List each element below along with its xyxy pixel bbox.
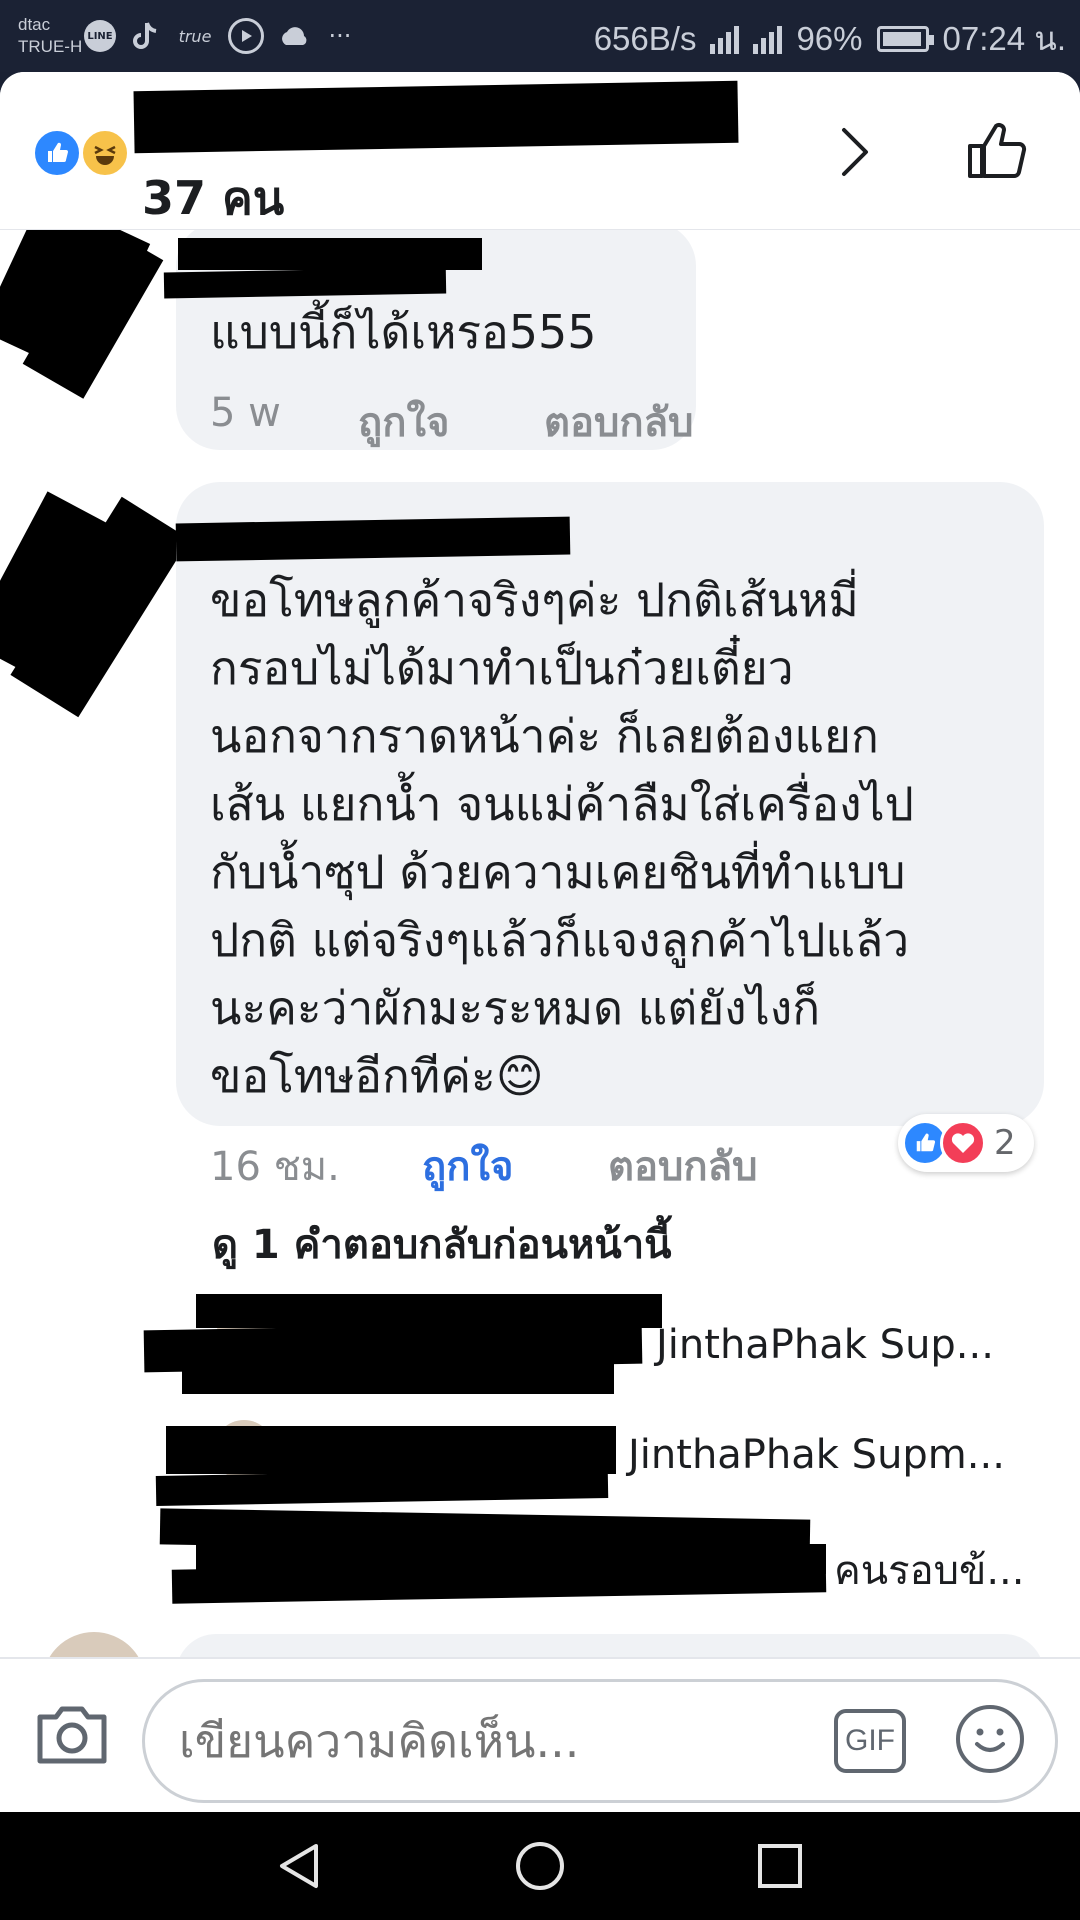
redacted-commenter-name-2 (163, 267, 447, 299)
signal-icon (710, 24, 740, 54)
view-previous-replies-link[interactable]: ดู 1 คำตอบกลับก่อนหน้านี้ (212, 1212, 672, 1276)
network-speed: 656B/s (593, 19, 697, 57)
reply-preview[interactable]: คนรอบข้... (834, 1538, 1025, 1602)
chevron-right-icon[interactable] (826, 124, 882, 180)
cloud-icon (278, 20, 310, 52)
comment-time: 16 ชม. (210, 1144, 340, 1190)
play-icon (228, 18, 264, 54)
reply-preview[interactable]: JinthaPhak Supm... (628, 1432, 1005, 1478)
emoji-button[interactable] (956, 1705, 1024, 1773)
gif-button[interactable]: GIF (834, 1709, 906, 1773)
reaction-summary[interactable]: 2 (898, 1114, 1034, 1172)
carrier-label: dtac TRUE-H (18, 14, 82, 58)
recents-icon[interactable] (752, 1838, 808, 1894)
status-right: 656B/s 96% 07:24 น. (594, 12, 1066, 65)
true-app-icon: true (178, 26, 212, 46)
battery-icon (876, 25, 934, 52)
back-icon[interactable] (272, 1838, 328, 1894)
notification-icons: LINE true ··· (84, 18, 356, 54)
redacted-reply (166, 1426, 616, 1474)
comment-text: แบบนี้ก็ได้เหรอ555 (210, 305, 597, 359)
like-link[interactable]: ถูกใจ (358, 390, 544, 454)
redacted-commenter-name (175, 516, 571, 562)
camera-icon[interactable] (34, 1703, 110, 1767)
comment-meta: 16 ชม. ถูกใจ ตอบกลับ (210, 1134, 758, 1198)
redacted-reply (182, 1362, 614, 1394)
status-bar: dtac TRUE-H LINE true ··· 656B/s 96% 07:… (0, 0, 1080, 72)
line-app-icon: LINE (84, 20, 116, 52)
comment-time: 5 w (210, 390, 281, 436)
reaction-icons (32, 128, 132, 178)
clock: 07:24 น. (942, 20, 1066, 57)
like-outline-icon[interactable] (962, 116, 1032, 186)
reply-preview[interactable]: JinthaPhak Sup... (656, 1322, 994, 1368)
system-navigation-bar (0, 1812, 1080, 1920)
more-notifications-icon: ··· (328, 22, 352, 50)
carrier-secondary: TRUE-H (18, 37, 83, 56)
reaction-count: 37 คน (142, 171, 285, 225)
haha-reaction-icon (80, 128, 130, 178)
love-reaction-icon (940, 1120, 986, 1166)
reply-link[interactable]: ตอบกลับ (608, 1134, 758, 1198)
reply-link[interactable]: ตอบกลับ (544, 390, 694, 454)
reaction-count: 2 (994, 1123, 1016, 1163)
comment-text: ขอโทษลูกค้าจริงๆค่ะ ปกติเส้นหมี่ กรอบไม่… (210, 573, 914, 1103)
comment-composer: GIF (0, 1657, 1080, 1812)
redacted-commenter-name (178, 238, 482, 270)
carrier-primary: dtac (18, 15, 51, 34)
redacted-name (133, 80, 739, 154)
reactions-header[interactable]: 37 คน (0, 72, 1080, 230)
comments-sheet: 37 คน แบบนี้ก็ได้เหรอ555 5 w ถูกใจ ตอบกล… (0, 72, 1080, 1812)
tiktok-icon (130, 20, 162, 52)
battery-percent: 96% (796, 19, 863, 57)
comment-input[interactable] (142, 1679, 1058, 1803)
home-icon[interactable] (512, 1838, 568, 1894)
like-reaction-icon (32, 128, 82, 178)
like-link-active[interactable]: ถูกใจ (422, 1134, 608, 1198)
comment-meta: 5 w ถูกใจ ตอบกลับ (210, 390, 694, 454)
signal-h-icon (753, 24, 783, 54)
